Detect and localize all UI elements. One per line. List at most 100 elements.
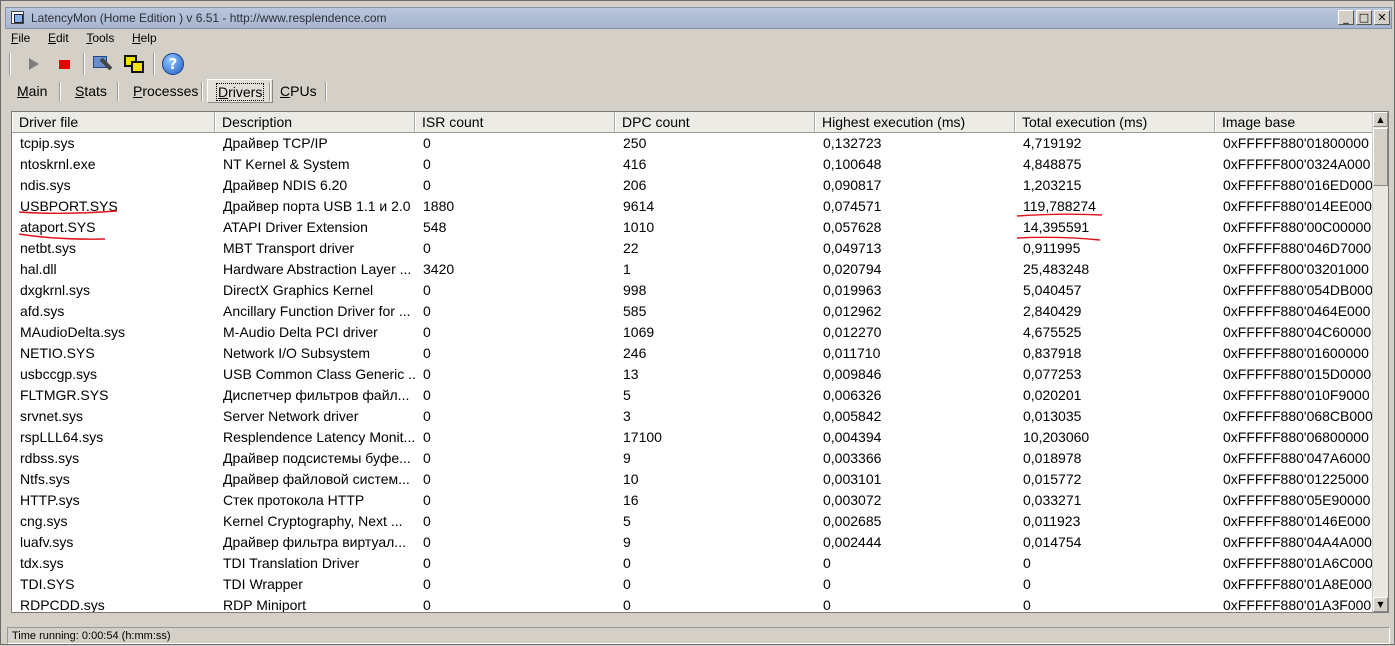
tools-button[interactable] [89, 51, 115, 77]
play-icon [29, 58, 39, 70]
col-total-execution-cell: 4,848875 [1023, 156, 1082, 172]
col-isr-count-cell: 0 [423, 156, 431, 172]
table-row[interactable]: afd.sys Ancillary Function Driver for ...… [12, 301, 1374, 322]
col-dpc-count-cell: 13 [623, 366, 639, 382]
table-header: Driver file Description ISR count DPC count… [12, 112, 1375, 133]
menu-bar: File Edit Tools Help [7, 30, 167, 48]
table-row[interactable]: tcpip.sys Драйвер TCP/IP 0 250 0,132723 4,719… [12, 133, 1374, 154]
col-image-base-cell: 0xFFFFF800'03201000 [1223, 261, 1369, 277]
window-title: LatencyMon (Home Edition ) v 6.51 - http… [31, 11, 387, 25]
table-row[interactable]: dxgkrnl.sys DirectX Graphics Kernel 0 998 0,… [12, 280, 1374, 301]
col-highest-execution-cell: 0,012270 [823, 324, 882, 340]
col-dpc-count-cell: 998 [623, 282, 647, 298]
tab-processes[interactable]: Processes [125, 79, 206, 103]
col-driver-file-cell: TDI.SYS [20, 576, 75, 592]
help-button[interactable]: ? [160, 51, 186, 77]
stop-button[interactable] [51, 51, 77, 77]
tab-separator [325, 82, 327, 101]
col-image-base-cell: 0xFFFFF880'04C60000 [1223, 324, 1372, 340]
col-highest-execution-cell: 0,003101 [823, 471, 882, 487]
table-row[interactable]: RDPCDD.sys RDP Miniport 0 0 0 0 0xFFFFF880'01A… [12, 595, 1374, 612]
col-isr-count-cell: 0 [423, 429, 431, 445]
col-highest-execution-header[interactable]: Highest execution (ms) [815, 112, 1015, 132]
col-driver-file-cell: Ntfs.sys [20, 471, 70, 487]
table-row[interactable]: TDI.SYS TDI Wrapper 0 0 0 0 0xFFFFF880'01A8E00… [12, 574, 1374, 595]
col-total-execution-cell: 0,014754 [1023, 534, 1082, 550]
table-row[interactable]: netbt.sys MBT Transport driver 0 22 0,049713… [12, 238, 1374, 259]
col-highest-execution-cell: 0,074571 [823, 198, 882, 214]
col-image-base-cell: 0xFFFFF880'05E90000 [1223, 492, 1371, 508]
tab-drivers[interactable]: Drivers [207, 79, 274, 103]
col-dpc-count-cell: 1 [623, 261, 631, 277]
col-total-execution-cell: 0,015772 [1023, 471, 1082, 487]
table-row[interactable]: luafv.sys Драйвер фильтра виртуал... 0 9 0,0… [12, 532, 1374, 553]
menu-tools[interactable]: Tools [82, 30, 118, 46]
table-row[interactable]: ndis.sys Драйвер NDIS 6.20 0 206 0,090817 1,2… [12, 175, 1374, 196]
table-row[interactable]: tdx.sys TDI Translation Driver 0 0 0 0 0xFFFFF… [12, 553, 1374, 574]
table-row[interactable]: usbccgp.sys USB Common Class Generic ... 0… [12, 364, 1374, 385]
col-description-cell: Драйвер подсистемы буфе... [223, 450, 411, 466]
title-bar[interactable]: LatencyMon (Home Edition ) v 6.51 - http… [5, 7, 1392, 29]
col-isr-count-header[interactable]: ISR count [415, 112, 615, 132]
menu-edit[interactable]: Edit [44, 30, 73, 46]
col-isr-count-cell: 0 [423, 345, 431, 361]
col-image-base-cell: 0xFFFFF880'047A6000 [1223, 450, 1371, 466]
col-isr-count-cell: 0 [423, 387, 431, 403]
table-row[interactable]: MAudioDelta.sys M-Audio Delta PCI driver 0… [12, 322, 1374, 343]
table-row[interactable]: hal.dll Hardware Abstraction Layer ... 342… [12, 259, 1374, 280]
scroll-down-icon[interactable]: ▼ [1373, 597, 1388, 612]
tab-main[interactable]: Main [9, 79, 55, 103]
close-button[interactable]: ✕ [1374, 10, 1390, 25]
drivers-table[interactable]: Driver file Description ISR count DPC count… [11, 111, 1389, 613]
table-row[interactable]: srvnet.sys Server Network driver 0 3 0,00584… [12, 406, 1374, 427]
col-image-base-cell: 0xFFFFF800'0324A000 [1223, 156, 1371, 172]
stop-icon [58, 59, 70, 69]
col-dpc-count-header[interactable]: DPC count [615, 112, 815, 132]
start-button[interactable] [21, 51, 47, 77]
tab-cpus[interactable]: CPUs [272, 79, 325, 103]
col-isr-count-cell: 0 [423, 471, 431, 487]
vertical-scrollbar[interactable]: ▲ ▼ [1372, 112, 1388, 612]
col-dpc-count-cell: 9 [623, 534, 631, 550]
col-dpc-count-cell: 22 [623, 240, 639, 256]
col-total-execution-cell: 14,395591 [1023, 219, 1090, 235]
col-highest-execution-cell: 0,090817 [823, 177, 882, 193]
table-row[interactable]: Ntfs.sys Драйвер файловой систем... 0 10 0,0… [12, 469, 1374, 490]
col-description-header[interactable]: Description [215, 112, 415, 132]
col-total-execution-cell: 0,013035 [1023, 408, 1082, 424]
tab-stats[interactable]: Stats [67, 79, 115, 103]
col-dpc-count-cell: 5 [623, 513, 631, 529]
col-total-execution-cell: 4,675525 [1023, 324, 1082, 340]
col-driver-file-cell: MAudioDelta.sys [20, 324, 126, 340]
table-row[interactable]: ntoskrnl.exe NT Kernel & System 0 416 0,1006… [12, 154, 1374, 175]
col-image-base-header[interactable]: Image base [1215, 112, 1375, 132]
menu-help[interactable]: Help [128, 30, 161, 46]
table-row[interactable]: rspLLL64.sys Resplendence Latency Monit..… [12, 427, 1374, 448]
col-driver-file-cell: afd.sys [20, 303, 65, 319]
col-isr-count-cell: 0 [423, 513, 431, 529]
wrench-icon [91, 53, 113, 75]
col-isr-count-cell: 0 [423, 492, 431, 508]
scroll-thumb[interactable] [1373, 128, 1388, 186]
col-driver-file-cell: USBPORT.SYS [20, 198, 118, 214]
col-description-cell: DirectX Graphics Kernel [223, 282, 374, 298]
table-row[interactable]: NETIO.SYS Network I/O Subsystem 0 246 0,0117… [12, 343, 1374, 364]
col-driver-file-header[interactable]: Driver file [12, 112, 215, 132]
menu-file[interactable]: File [7, 30, 34, 46]
windows-button[interactable] [121, 51, 147, 77]
maximize-button[interactable]: □ [1356, 10, 1372, 25]
app-icon[interactable] [11, 11, 24, 24]
col-description-cell: Network I/O Subsystem [223, 345, 371, 361]
col-image-base-cell: 0xFFFFF880'014EE000 [1223, 198, 1372, 214]
minimize-button[interactable]: _ [1338, 10, 1354, 25]
col-total-execution-header[interactable]: Total execution (ms) [1015, 112, 1215, 132]
table-row[interactable]: USBPORT.SYS Драйвер порта USB 1.1 и 2.0 18… [12, 196, 1374, 217]
table-row[interactable]: HTTP.sys Стек протокола HTTP 0 16 0,003072 0,… [12, 490, 1374, 511]
table-row[interactable]: ataport.SYS ATAPI Driver Extension 548 1010… [12, 217, 1374, 238]
table-row[interactable]: FLTMGR.SYS Диспетчер фильтров файл... 0 5 0,… [12, 385, 1374, 406]
col-highest-execution-cell: 0,005842 [823, 408, 882, 424]
scroll-up-icon[interactable]: ▲ [1373, 112, 1388, 127]
table-row[interactable]: rdbss.sys Драйвер подсистемы буфе... 0 9 0,0… [12, 448, 1374, 469]
col-driver-file-cell: dxgkrnl.sys [20, 282, 91, 298]
table-row[interactable]: cng.sys Kernel Cryptography, Next ... 0 5 0,… [12, 511, 1374, 532]
